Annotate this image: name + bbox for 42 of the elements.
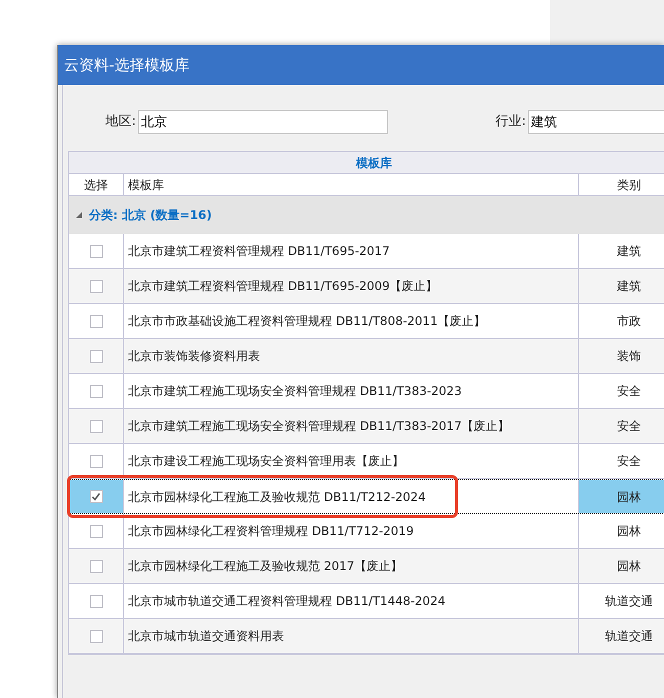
table-row[interactable]: 北京市城市轨道交通工程资料管理规程 DB11/T1448-2024 轨道交通: [69, 584, 664, 619]
table-row[interactable]: 北京市建筑工程施工现场安全资料管理规程 DB11/T383-2023 安全: [69, 374, 664, 409]
table-row[interactable]: 北京市建筑工程施工现场安全资料管理规程 DB11/T383-2017【废止】 安全: [69, 409, 664, 444]
table-cell: 园林: [579, 480, 664, 513]
field-label: 地区:: [104, 113, 137, 132]
table-cell: 北京市装饰装修资料用表: [124, 339, 579, 373]
table-cell: 北京市园林绿化工程施工及验收规范 2017【废止】: [124, 549, 579, 583]
table-cell-text: 轨道交通: [604, 593, 654, 610]
table-row[interactable]: 北京市市政基础设施工程资料管理规程 DB11/T808-2011【废止】 市政: [69, 304, 664, 339]
table-cell: 北京市建筑工程施工现场安全资料管理规程 DB11/T383-2017【废止】: [124, 409, 579, 443]
table-cell: 北京市市政基础设施工程资料管理规程 DB11/T808-2011【废止】: [124, 304, 579, 338]
table-row[interactable]: 北京市装饰装修资料用表 装饰: [69, 339, 664, 374]
table-cell: 北京市建设工程施工现场安全资料管理用表【废止】: [124, 444, 579, 478]
table-cell: 北京市建筑工程施工现场安全资料管理规程 DB11/T383-2023: [124, 374, 579, 408]
table-cell-text: 建筑: [616, 243, 642, 260]
text-field[interactable]: 北京: [138, 110, 388, 134]
table-cell-text: 轨道交通: [604, 628, 654, 645]
table-cell-text: 装饰: [616, 348, 642, 365]
table-cell-text: 安全: [616, 453, 642, 470]
table-cell: 北京市城市轨道交通工程资料管理规程 DB11/T1448-2024: [124, 584, 579, 618]
table-row[interactable]: 北京市建筑工程资料管理规程 DB11/T695-2017 建筑: [69, 234, 664, 269]
table-cell-text: 园林: [616, 523, 642, 540]
table-cell-text: 安全: [616, 383, 642, 400]
text-field[interactable]: 建筑: [528, 110, 664, 134]
band-header: 模板库: [69, 152, 664, 174]
table-cell-text: 市政: [616, 313, 642, 330]
table-row[interactable]: 北京市建筑工程资料管理规程 DB11/T695-2009【废止】 建筑: [69, 269, 664, 304]
group-row[interactable]: 分类: 北京 (数量=16): [69, 196, 664, 234]
table-cell: 北京市城市轨道交通资料用表: [124, 619, 579, 653]
field-label: 行业:: [494, 113, 527, 132]
table-row[interactable]: 北京市园林绿化工程资料管理规程 DB11/T712-2019 园林: [69, 514, 664, 549]
table-cell-text: 安全: [616, 418, 642, 435]
table-cell-text: 园林: [616, 558, 642, 575]
table-cell-text: 建筑: [616, 278, 642, 295]
table-row[interactable]: 北京市园林绿化工程施工及验收规范 2017【废止】 园林: [69, 549, 664, 584]
table-cell: 北京市建筑工程资料管理规程 DB11/T695-2017: [124, 234, 579, 268]
table-row[interactable]: 北京市建设工程施工现场安全资料管理用表【废止】 安全: [69, 444, 664, 479]
window-title: 云资料-选择模板库: [64, 54, 190, 76]
table-cell: 北京市建筑工程资料管理规程 DB11/T695-2009【废止】: [124, 269, 579, 303]
group-label: 分类: 北京 (数量=16): [89, 207, 212, 224]
table-row[interactable]: 北京市城市轨道交通资料用表 轨道交通: [69, 619, 664, 654]
table-cell: 北京市园林绿化工程资料管理规程 DB11/T712-2019: [124, 514, 579, 548]
